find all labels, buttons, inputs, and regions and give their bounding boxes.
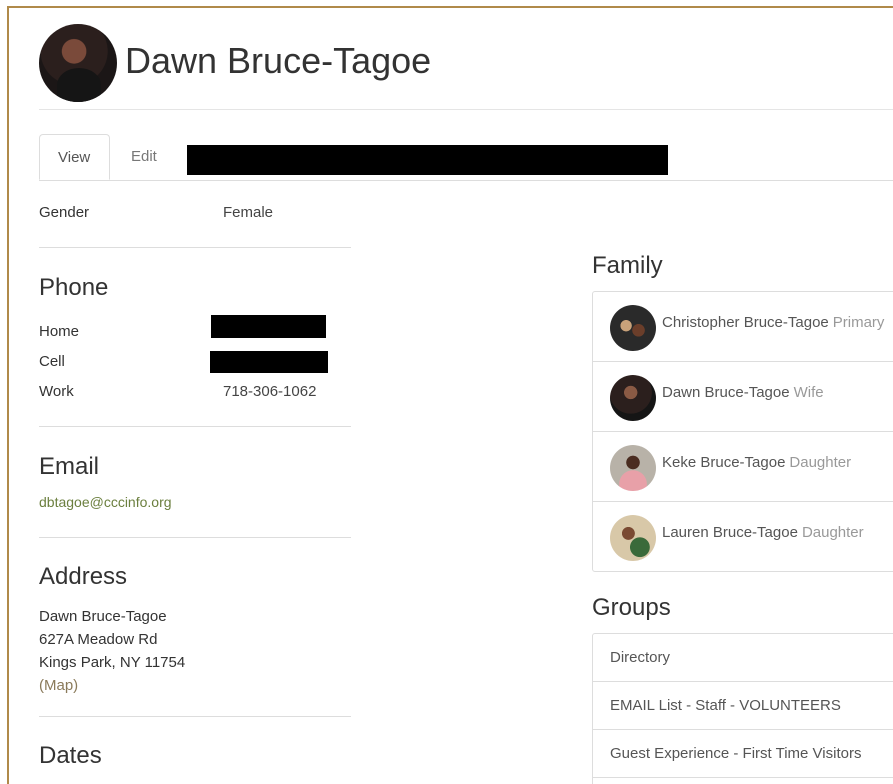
map-link[interactable]: (Map) <box>39 674 185 697</box>
gender-label: Gender <box>39 204 90 221</box>
section-divider <box>39 716 351 717</box>
family-member-relation: Wife <box>793 384 824 401</box>
address-block: Dawn Bruce-Tagoe 627A Meadow Rd Kings Pa… <box>39 605 185 697</box>
family-member-name: Keke Bruce-Tagoe Daughter <box>662 454 851 471</box>
phone-cell-redacted <box>210 351 328 373</box>
tab-view[interactable]: View <box>39 134 110 180</box>
section-divider <box>39 537 351 538</box>
family-member-avatar <box>610 375 656 421</box>
profile-tabs: View Edit <box>39 134 893 181</box>
page-title: Dawn Bruce-Tagoe <box>125 40 432 81</box>
family-member-name: Lauren Bruce-Tagoe Daughter <box>662 524 864 541</box>
family-member-row[interactable]: Christopher Bruce-Tagoe Primary <box>593 292 893 362</box>
family-member-avatar <box>610 445 656 491</box>
family-member-row[interactable]: Lauren Bruce-Tagoe Daughter <box>593 502 893 571</box>
address-line-city: Kings Park, NY 11754 <box>39 654 186 671</box>
family-member-row[interactable]: Dawn Bruce-Tagoe Wife <box>593 362 893 432</box>
family-section-title: Family <box>592 252 663 279</box>
phone-work-value[interactable]: 718-306-1062 <box>223 383 316 400</box>
address-line-name: Dawn Bruce-Tagoe <box>39 608 167 625</box>
family-panel: Christopher Bruce-Tagoe Primary Dawn Bruc… <box>592 291 893 572</box>
family-member-relation: Primary <box>832 314 885 331</box>
phone-work-label: Work <box>39 383 74 400</box>
profile-avatar[interactable] <box>39 24 117 102</box>
family-member-relation: Daughter <box>789 454 852 471</box>
page-frame: Dawn Bruce-Tagoe View Edit Gender Female… <box>7 6 893 784</box>
family-member-row[interactable]: Keke Bruce-Tagoe Daughter <box>593 432 893 502</box>
section-divider <box>39 247 351 248</box>
dates-section-title: Dates <box>39 742 102 769</box>
family-member-avatar <box>610 305 656 351</box>
groups-panel: Directory EMAIL List - Staff - VOLUNTEER… <box>592 633 893 784</box>
email-link[interactable]: dbtagoe@cccinfo.org <box>39 494 172 510</box>
groups-section-title: Groups <box>592 594 671 621</box>
tab-edit[interactable]: Edit <box>113 134 175 180</box>
group-item[interactable]: Guest Experience - First Time Visitors <box>593 730 893 778</box>
group-item[interactable]: EMAIL List - Staff - VOLUNTEERS <box>593 682 893 730</box>
phone-cell-label: Cell <box>39 353 65 370</box>
family-member-name-text: Christopher Bruce-Tagoe <box>662 314 829 331</box>
address-section-title: Address <box>39 563 128 590</box>
profile-header: Dawn Bruce-Tagoe <box>39 24 893 110</box>
phone-home-redacted <box>211 315 326 338</box>
redaction-bar <box>187 145 668 175</box>
email-section-title: Email <box>39 453 100 480</box>
gender-value: Female <box>223 204 274 221</box>
family-member-name-text: Dawn Bruce-Tagoe <box>662 384 790 401</box>
address-line-street: 627A Meadow Rd <box>39 631 158 648</box>
header-divider <box>39 109 893 110</box>
group-item[interactable]: Directory <box>593 634 893 682</box>
family-member-avatar <box>610 515 656 561</box>
family-member-relation: Daughter <box>801 524 864 541</box>
phone-section-title: Phone <box>39 274 109 301</box>
phone-home-label: Home <box>39 323 80 340</box>
family-member-name-text: Keke Bruce-Tagoe <box>662 454 786 471</box>
family-member-name: Dawn Bruce-Tagoe Wife <box>662 384 824 401</box>
section-divider <box>39 426 351 427</box>
family-member-name: Christopher Bruce-Tagoe Primary <box>662 314 884 331</box>
family-member-name-text: Lauren Bruce-Tagoe <box>662 524 798 541</box>
